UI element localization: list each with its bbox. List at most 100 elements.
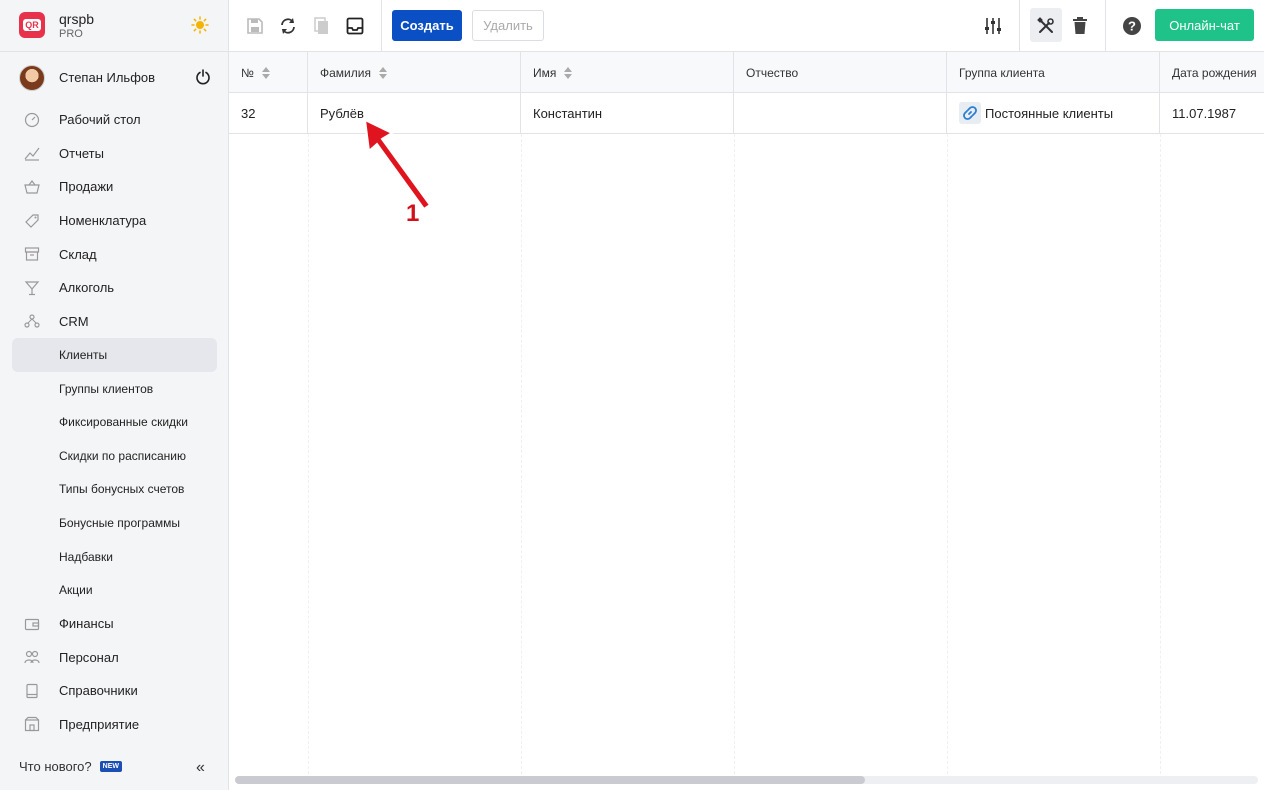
glass-icon: [24, 281, 40, 295]
sidebar-item-finance[interactable]: Финансы: [12, 607, 217, 641]
sidebar-item-enterprise[interactable]: Предприятие: [12, 708, 217, 742]
sidebar-item-label: Склад: [59, 246, 97, 262]
help-icon[interactable]: ?: [1121, 15, 1143, 37]
sidebar-nav: Рабочий стол Отчеты Продажи Номенклатура…: [12, 103, 217, 741]
sidebar-item-client-groups[interactable]: Группы клиентов: [12, 372, 217, 406]
column-header-first-name[interactable]: Имя: [521, 52, 734, 93]
delete-button[interactable]: Удалить: [472, 10, 544, 41]
refresh-icon[interactable]: [277, 15, 299, 37]
sidebar-item-label: Бонусные программы: [59, 515, 180, 530]
whats-new-link[interactable]: Что нового? NEW: [19, 759, 122, 774]
toolbar-divider: [381, 0, 382, 52]
table-header: № Фамилия Имя Отчество Группа клиента Да…: [229, 52, 1264, 93]
whats-new-label: Что нового?: [19, 759, 92, 774]
sidebar-item-label: Финансы: [59, 616, 114, 632]
brand-name: qrspb: [59, 11, 95, 27]
toolbar-divider: [1019, 0, 1020, 52]
sidebar-item-bonus-programs[interactable]: Бонусные программы: [12, 506, 217, 540]
sidebar-item-warehouse[interactable]: Склад: [12, 237, 217, 271]
sidebar-item-dashboard[interactable]: Рабочий стол: [12, 103, 217, 137]
sidebar-item-label: Справочники: [59, 683, 138, 699]
reports-icon: [24, 148, 40, 161]
copy-icon[interactable]: [311, 15, 333, 37]
sidebar-item-label: Скидки по расписанию: [59, 448, 186, 463]
power-icon[interactable]: [195, 69, 211, 85]
sidebar-item-label: Рабочий стол: [59, 112, 141, 128]
sidebar-item-clients[interactable]: Клиенты: [12, 338, 217, 372]
sort-icon[interactable]: [378, 66, 387, 79]
tools-icon[interactable]: [1035, 15, 1057, 37]
column-header-birth-date[interactable]: Дата рождения: [1160, 52, 1264, 93]
link-icon[interactable]: [959, 102, 981, 124]
sidebar-item-label: Надбавки: [59, 549, 113, 564]
columns-settings-icon[interactable]: [982, 15, 1004, 37]
sidebar-item-label: Продажи: [59, 179, 114, 195]
cell-first-name[interactable]: Константин: [521, 93, 734, 133]
sidebar-item-nomenclature[interactable]: Номенклатура: [12, 204, 217, 238]
sidebar-item-label: Отчеты: [59, 145, 104, 161]
svg-text:?: ?: [1128, 19, 1136, 34]
sidebar-item-label: CRM: [59, 313, 89, 329]
create-button[interactable]: Создать: [392, 10, 462, 41]
sidebar-item-fixed-discounts[interactable]: Фиксированные скидки: [12, 405, 217, 439]
column-header-label: Отчество: [746, 65, 799, 80]
column-header-label: Дата рождения: [1172, 65, 1257, 80]
sidebar-item-bonus-account-types[interactable]: Типы бонусных счетов: [12, 473, 217, 507]
warehouse-icon: [24, 247, 40, 261]
sidebar-item-scheduled-discounts[interactable]: Скидки по расписанию: [12, 439, 217, 473]
column-header-middle-name[interactable]: Отчество: [734, 52, 947, 93]
annotation-number: 1: [406, 200, 420, 227]
online-chat-button[interactable]: Онлайн-чат: [1155, 9, 1254, 41]
sidebar-item-promotions[interactable]: Акции: [12, 573, 217, 607]
column-guide: [734, 134, 735, 774]
tag-icon: [25, 213, 39, 228]
brand-plan: PRO: [59, 28, 83, 40]
sidebar-item-label: Номенклатура: [59, 213, 147, 229]
sidebar-item-alcohol[interactable]: Алкоголь: [12, 271, 217, 305]
inbox-icon[interactable]: [344, 15, 366, 37]
avatar[interactable]: [19, 65, 45, 91]
sidebar-item-references[interactable]: Справочники: [12, 674, 217, 708]
sidebar-item-label: Акции: [59, 583, 93, 598]
sidebar-item-sales[interactable]: Продажи: [12, 170, 217, 204]
column-header-label: №: [241, 65, 254, 80]
sidebar-item-label: Алкоголь: [59, 280, 115, 296]
annotation-arrow: [363, 118, 432, 211]
sidebar-item-crm[interactable]: CRM: [12, 305, 217, 339]
collapse-sidebar-icon[interactable]: «: [196, 759, 205, 777]
sidebar-item-label: Группы клиентов: [59, 381, 154, 396]
horizontal-scrollbar[interactable]: [235, 776, 1258, 784]
sort-icon[interactable]: [564, 66, 573, 79]
save-icon[interactable]: [244, 15, 266, 37]
column-header-label: Группа клиента: [959, 65, 1045, 80]
brand-logo-text: QR: [23, 19, 41, 31]
trash-icon[interactable]: [1069, 15, 1091, 37]
user-name: Степан Ильфов: [59, 70, 156, 85]
sun-icon[interactable]: [191, 16, 209, 34]
sidebar-item-reports[interactable]: Отчеты: [12, 137, 217, 171]
column-guide: [947, 134, 948, 774]
sidebar: QR qrspb PRO Степан Ильфов Рабочий стол: [0, 0, 229, 790]
sidebar-item-surcharges[interactable]: Надбавки: [12, 540, 217, 574]
user-block: Степан Ильфов: [0, 52, 229, 102]
building-icon: [24, 717, 40, 732]
column-header-number[interactable]: №: [229, 52, 308, 93]
column-header-last-name[interactable]: Фамилия: [308, 52, 521, 93]
crm-icon: [24, 314, 40, 328]
scrollbar-thumb[interactable]: [235, 776, 865, 784]
cell-middle-name[interactable]: [734, 93, 947, 133]
toolbar: Создать Удалить ? Онлайн-чат: [229, 0, 1264, 52]
cell-client-group[interactable]: Постоянные клиенты: [947, 93, 1160, 133]
brand-logo[interactable]: QR: [19, 12, 45, 38]
column-header-label: Фамилия: [320, 65, 371, 80]
book-icon: [26, 683, 38, 698]
cell-number: 32: [229, 93, 308, 133]
sort-icon[interactable]: [261, 66, 270, 79]
sidebar-item-staff[interactable]: Персонал: [12, 641, 217, 675]
column-guide: [308, 134, 309, 774]
column-header-client-group[interactable]: Группа клиента: [947, 52, 1160, 93]
column-guide: [1160, 134, 1161, 774]
basket-icon: [24, 179, 40, 194]
cell-birth-date: 11.07.1987: [1172, 105, 1237, 121]
people-icon: [24, 651, 40, 664]
